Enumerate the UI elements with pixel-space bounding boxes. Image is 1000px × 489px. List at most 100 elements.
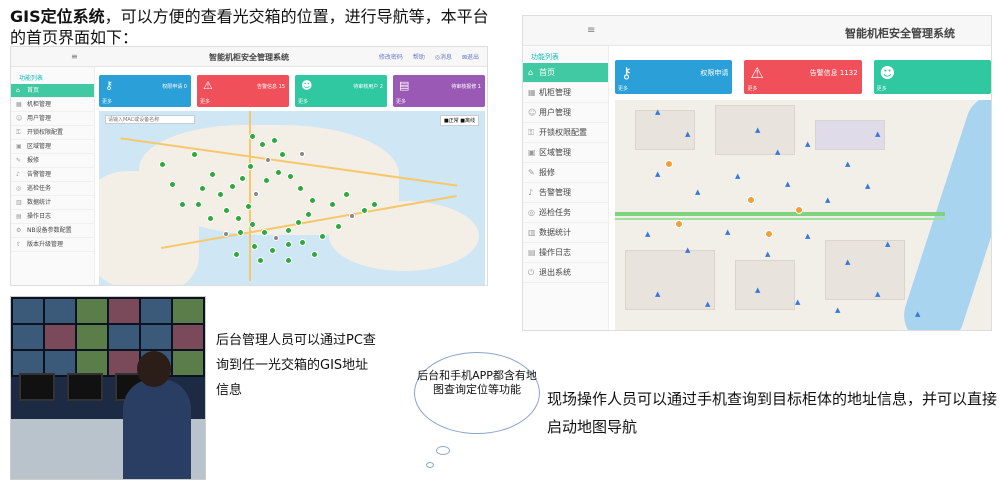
more-link[interactable]: 更多 [747,85,757,92]
map-pin-icon[interactable]: ▲ [695,188,700,196]
sidebar-item[interactable]: ⌂ 首页 [523,63,608,83]
sidebar-item[interactable]: ▤ 操作日志 [11,210,94,224]
cabinet-marker[interactable] [287,173,294,180]
cabinet-marker[interactable] [309,197,316,204]
map-pin-icon[interactable]: ▲ [685,130,690,138]
sidebar-item[interactable]: ☺ 用户管理 [523,103,608,123]
messages-link[interactable]: ◎消息 [435,54,452,61]
map-pin-icon[interactable]: ▲ [725,228,730,236]
more-link[interactable]: 更多 [298,98,308,105]
cabinet-marker[interactable] [239,175,246,182]
sidebar-item[interactable]: ♪ 告警管理 [523,183,608,203]
map-pin-icon[interactable]: ▲ [795,298,800,306]
sidebar-item[interactable]: ▦ 机柜管理 [11,98,94,112]
sidebar-item[interactable]: ⇧ 版本升级管理 [11,238,94,252]
cabinet-marker[interactable] [747,196,755,204]
cabinet-marker[interactable] [285,257,292,264]
map-pin-icon[interactable]: ▲ [875,130,880,138]
summary-card[interactable]: ⚷ 权限申请 更多 [615,60,733,94]
sidebar-item[interactable]: ▦ 机柜管理 [523,83,608,103]
cabinet-marker[interactable] [305,211,312,218]
map-pin-icon[interactable]: ▲ [885,240,890,248]
cabinet-marker[interactable] [361,207,368,214]
map-pin-icon[interactable]: ▲ [655,290,660,298]
map-pin-icon[interactable]: ▲ [755,126,760,134]
cabinet-marker[interactable] [209,171,216,178]
sidebar-item[interactable]: ⏻ 退出系统 [523,263,608,283]
summary-card[interactable]: ⚠ 告警信息 15 更多 [197,75,289,107]
street-map[interactable]: ▲ ▲ ▲ ▲ ▲ ▲ ▲ ▲ ▲ ▲ ▲ ▲ ▲ ▲ ▲ ▲ ▲ ▲ ▲ ▲ ▲ ▲ ▲ ▲ ▲ ▲ ▲ [615,100,991,330]
sidebar-item[interactable]: ⌂ 首页 [11,84,94,98]
map-pin-icon[interactable]: ▲ [735,172,740,180]
cabinet-marker[interactable] [191,151,198,158]
cabinet-marker[interactable] [297,185,304,192]
map-pin-icon[interactable]: ▲ [845,160,850,168]
cabinet-marker[interactable] [251,243,258,250]
cabinet-marker[interactable] [245,203,252,210]
map-pin-icon[interactable]: ▲ [775,148,780,156]
cabinet-marker[interactable] [279,151,286,158]
cabinet-marker[interactable] [249,221,256,228]
sidebar-item[interactable]: ⚿ 开锁权限配置 [11,126,94,140]
cabinet-marker[interactable] [343,191,350,198]
map-search-input[interactable]: 请输入MAC或设备名称 [105,115,195,124]
map-pin-icon[interactable]: ▲ [805,232,810,240]
cabinet-marker[interactable] [335,223,342,230]
map-pin-icon[interactable]: ▲ [875,290,880,298]
cabinet-marker[interactable] [259,141,266,148]
cabinet-marker[interactable] [261,229,268,236]
sidebar-item[interactable]: ▥ 数据统计 [523,223,608,243]
summary-card[interactable]: ☻ 待审核用户 2 更多 [295,75,387,107]
map-pin-icon[interactable]: ▲ [825,196,830,204]
map-pin-icon[interactable]: ▲ [765,250,770,258]
sidebar-item[interactable]: ✎ 报修 [11,154,94,168]
cabinet-marker[interactable] [675,220,683,228]
cabinet-marker[interactable] [223,207,230,214]
cabinet-marker[interactable] [299,151,305,157]
map-pin-icon[interactable]: ▲ [685,246,690,254]
sidebar-item[interactable]: ⚿ 开锁权限配置 [523,123,608,143]
cabinet-marker[interactable] [271,137,278,144]
help-link[interactable]: 帮助 [413,54,425,61]
cabinet-marker[interactable] [237,229,244,236]
map-pin-icon[interactable]: ▲ [755,286,760,294]
map-pin-icon[interactable]: ▲ [915,310,920,318]
sidebar-item[interactable]: ◎ 巡检任务 [11,182,94,196]
sidebar-item[interactable]: ▣ 区域管理 [11,140,94,154]
sidebar-item[interactable]: ✎ 报修 [523,163,608,183]
cabinet-marker[interactable] [249,133,256,140]
cabinet-marker[interactable] [199,185,206,192]
cabinet-marker[interactable] [263,177,270,184]
summary-card[interactable]: ▤ 待审核报修 1 更多 [393,75,485,107]
cabinet-marker[interactable] [195,201,202,208]
cabinet-marker[interactable] [273,235,279,241]
sidebar-item[interactable]: ♪ 告警管理 [11,168,94,182]
cabinet-marker[interactable] [169,181,176,188]
cabinet-marker[interactable] [371,201,378,208]
cabinet-marker[interactable] [349,213,355,219]
cabinet-marker[interactable] [319,233,326,240]
sidebar-item[interactable]: ☺ 用户管理 [11,112,94,126]
cabinet-marker[interactable] [329,201,336,208]
summary-card[interactable]: ⚷ 权限申请 0 更多 [99,75,191,107]
cabinet-marker[interactable] [269,247,276,254]
cabinet-marker[interactable] [285,241,292,248]
more-link[interactable]: 更多 [396,98,406,105]
sidebar-item[interactable]: ⚙ NB设备参数配置 [11,224,94,238]
summary-card[interactable]: ☻ 更多 [873,60,991,94]
cabinet-marker[interactable] [275,169,282,176]
map-pin-icon[interactable]: ▲ [805,140,810,148]
cabinet-marker[interactable] [265,157,271,163]
map-pin-icon[interactable]: ▲ [835,306,840,314]
cabinet-marker[interactable] [257,257,264,264]
sidebar-item[interactable]: ◎ 巡检任务 [523,203,608,223]
sidebar-item[interactable]: ▣ 区域管理 [523,143,608,163]
more-link[interactable]: 更多 [618,85,628,92]
cabinet-marker[interactable] [207,215,214,222]
cabinet-marker[interactable] [311,251,318,258]
map-pin-icon[interactable]: ▲ [785,180,790,188]
more-link[interactable]: 更多 [102,98,112,105]
cabinet-marker[interactable] [247,163,254,170]
cabinet-marker[interactable] [229,183,236,190]
cabinet-marker[interactable] [217,191,224,198]
